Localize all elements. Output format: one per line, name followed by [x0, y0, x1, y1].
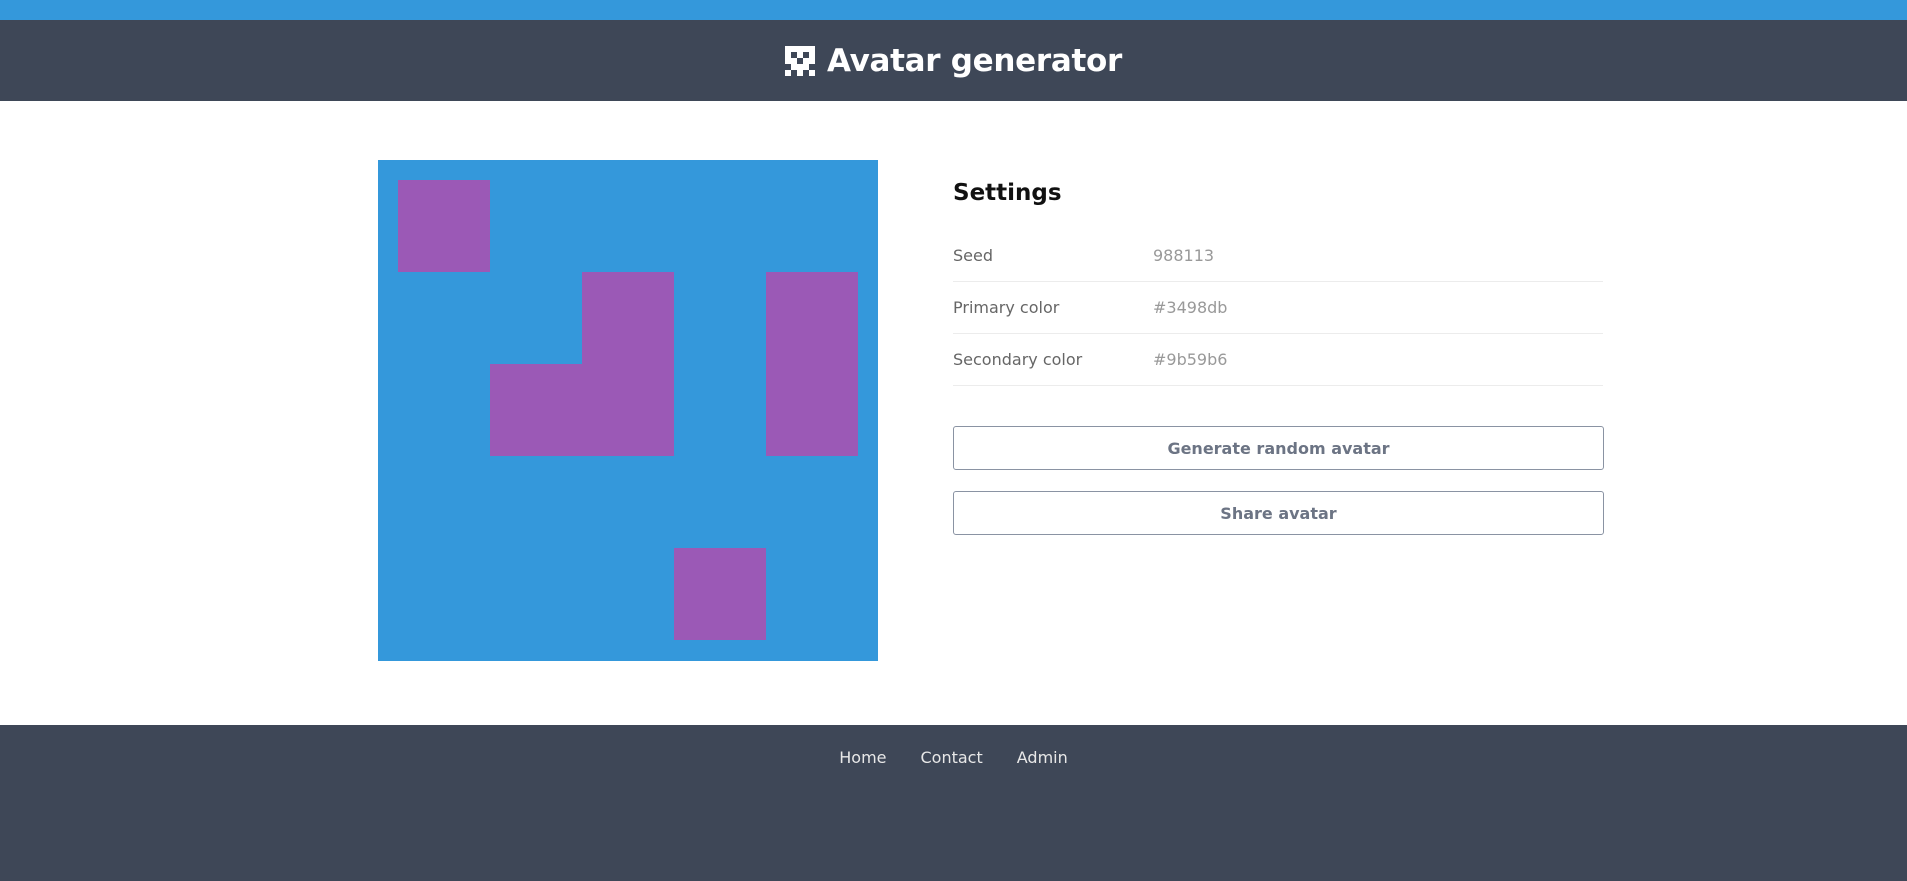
generate-random-avatar-button[interactable]: Generate random avatar [953, 426, 1604, 470]
setting-key: Primary color [953, 298, 1060, 317]
settings-table: Seed 988113 Primary color #3498db Second… [953, 230, 1603, 386]
avatar-cell [582, 272, 674, 456]
footer-nav: Home Contact Admin [0, 748, 1907, 767]
setting-row-primary-color: Primary color #3498db [953, 282, 1603, 334]
avatar-cell [674, 548, 766, 640]
avatar-cell [490, 364, 582, 456]
setting-key: Seed [953, 246, 993, 265]
avatar-logo-icon [785, 45, 816, 76]
avatar-cell [398, 180, 490, 272]
setting-value: 988113 [1153, 246, 1215, 265]
top-accent-bar [0, 0, 1907, 20]
avatar-preview [378, 160, 878, 661]
footer-link-home[interactable]: Home [839, 748, 886, 767]
avatar-cell [766, 272, 858, 456]
setting-key: Secondary color [953, 350, 1083, 369]
settings-panel: Settings Seed 988113 Primary color #3498… [953, 160, 1604, 535]
footer-link-admin[interactable]: Admin [1017, 748, 1068, 767]
setting-row-seed: Seed 988113 [953, 230, 1603, 282]
brand[interactable]: Avatar generator [785, 43, 1122, 79]
setting-row-secondary-color: Secondary color #9b59b6 [953, 334, 1603, 386]
share-avatar-button[interactable]: Share avatar [953, 491, 1604, 535]
setting-value: #3498db [1153, 298, 1228, 317]
setting-value: #9b59b6 [1153, 350, 1228, 369]
app-title: Avatar generator [827, 42, 1122, 79]
footer: Home Contact Admin [0, 725, 1907, 881]
footer-link-contact[interactable]: Contact [921, 748, 983, 767]
header: Avatar generator [0, 20, 1907, 101]
settings-heading: Settings [953, 180, 1062, 206]
